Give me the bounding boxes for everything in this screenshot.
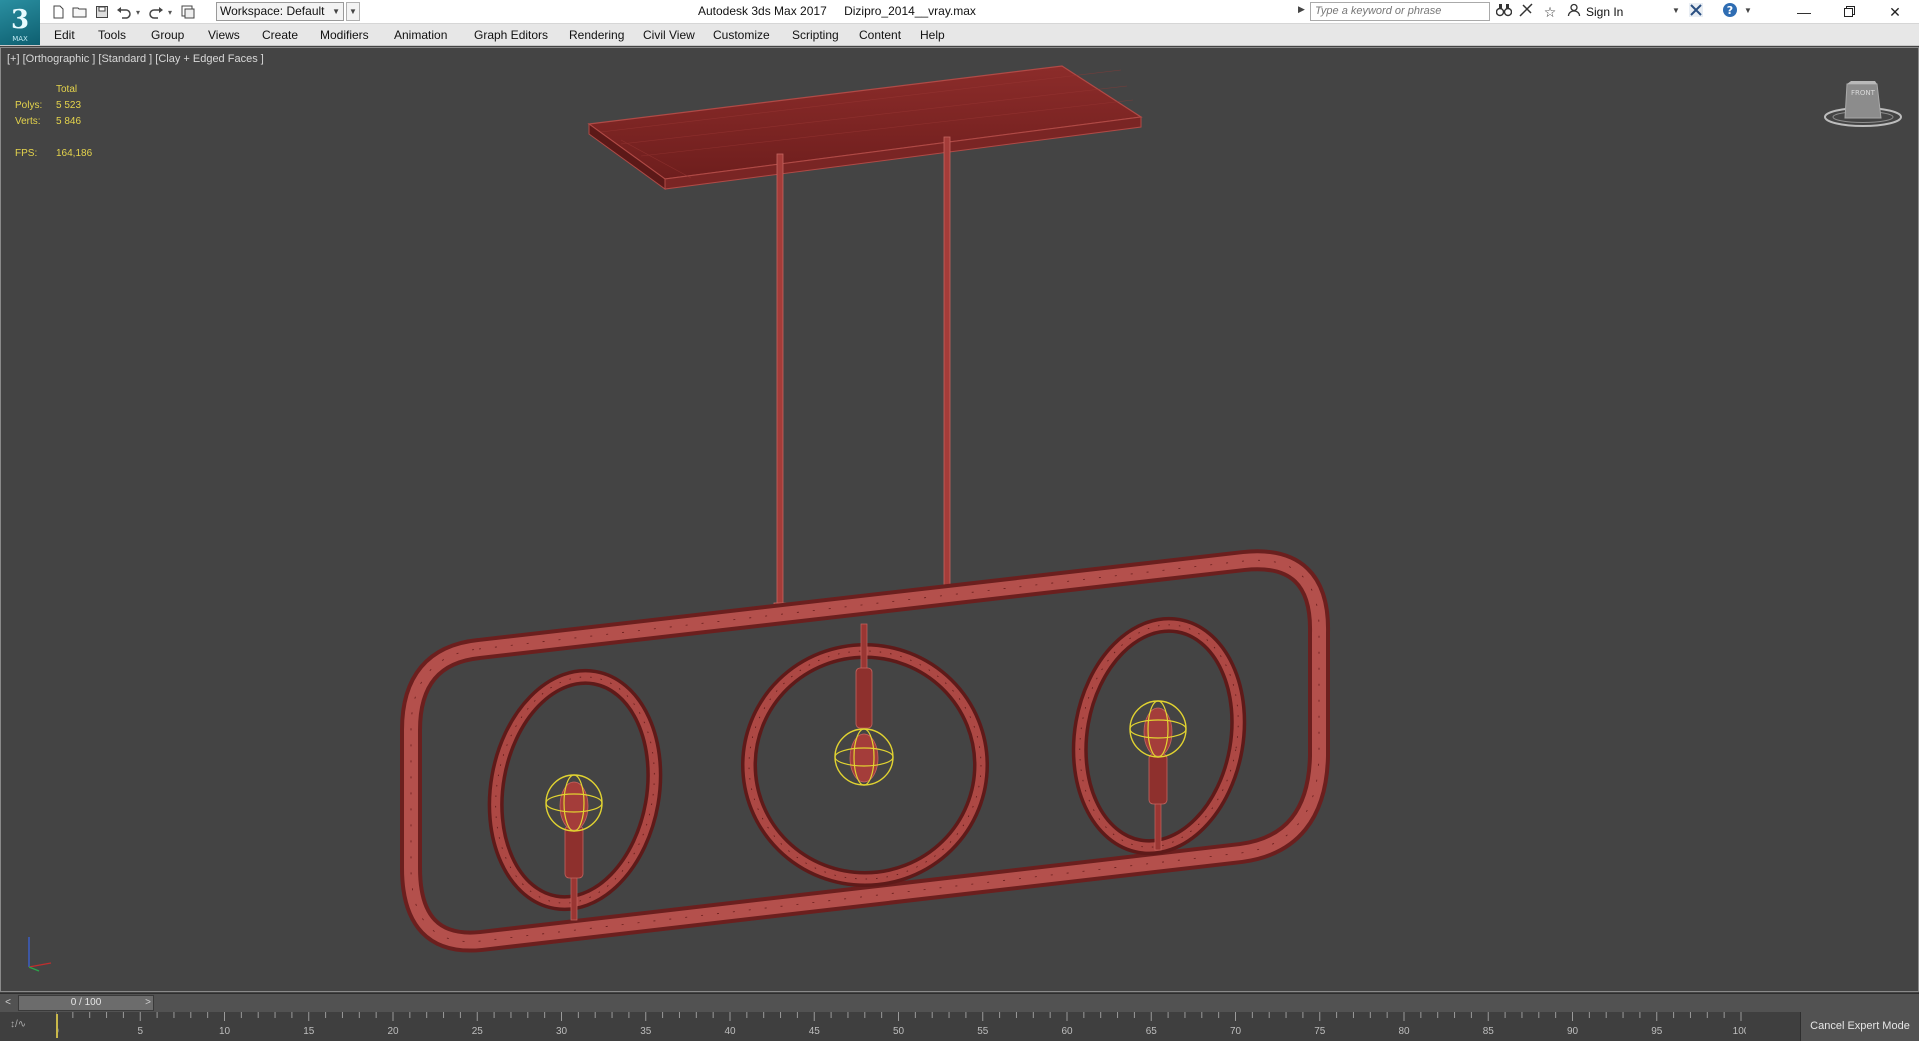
timeline-tick-label: 65 xyxy=(1146,1026,1158,1037)
timeline-tick-label: 15 xyxy=(303,1026,315,1037)
menu-animation[interactable]: Animation xyxy=(394,28,447,42)
sign-in-link[interactable]: Sign In xyxy=(1586,5,1623,19)
redo-icon[interactable] xyxy=(146,2,166,22)
timeline-tick-label: 95 xyxy=(1651,1026,1663,1037)
timeline-tick-label: 25 xyxy=(472,1026,484,1037)
undo-dropdown-icon[interactable]: ▾ xyxy=(136,8,144,17)
menu-graph-editors[interactable]: Graph Editors xyxy=(474,28,548,42)
search-input[interactable]: Type a keyword or phrase xyxy=(1310,2,1490,21)
menu-civil-view[interactable]: Civil View xyxy=(643,28,695,42)
timeline-tick-label: 5 xyxy=(137,1026,143,1037)
verts-value: 5 846 xyxy=(56,116,82,127)
menu-content[interactable]: Content xyxy=(859,28,901,42)
timeline-tick-label: 100 xyxy=(1733,1026,1746,1037)
frame-display: 0 / 100 xyxy=(70,997,102,1008)
viewport-orthographic[interactable]: [+] [Orthographic ] [Standard ] [Clay + … xyxy=(0,47,1919,992)
menu-tools[interactable]: Tools xyxy=(98,28,126,42)
menu-group[interactable]: Group xyxy=(151,28,184,42)
binoculars-icon[interactable] xyxy=(1494,2,1514,22)
app-title: Autodesk 3ds Max 2017 xyxy=(698,4,827,18)
prev-frame-icon[interactable]: < xyxy=(0,994,16,1012)
search-placeholder: Type a keyword or phrase xyxy=(1315,5,1442,17)
search-expand-icon[interactable]: ▶ xyxy=(1298,4,1305,15)
menu-views[interactable]: Views xyxy=(208,28,240,42)
menu-edit[interactable]: Edit xyxy=(54,28,75,42)
favorites-star-icon[interactable]: ☆ xyxy=(1540,2,1560,22)
current-frame-marker[interactable] xyxy=(56,1014,58,1038)
hanging-rods[interactable] xyxy=(773,136,954,610)
help-dropdown-icon[interactable]: ▼ xyxy=(1744,6,1752,15)
workspace-label: Workspace: Default xyxy=(220,4,325,18)
timeline-tick-label: 20 xyxy=(387,1026,399,1037)
fps-value: 164,186 xyxy=(56,148,93,159)
workspace-more-icon[interactable]: ▼ xyxy=(346,2,360,21)
timeline-tick-label: 55 xyxy=(977,1026,989,1037)
polys-value: 5 523 xyxy=(56,100,82,111)
timeline-tick-label: 50 xyxy=(893,1026,905,1037)
menu-bar: Edit Tools Group Views Create Modifiers … xyxy=(0,24,1919,46)
communication-center-icon[interactable] xyxy=(1516,2,1536,22)
ceiling-plate[interactable] xyxy=(587,65,1143,190)
timeline-tick-label: 10 xyxy=(219,1026,231,1037)
timeline-tick-label: 35 xyxy=(640,1026,652,1037)
new-file-icon[interactable] xyxy=(48,2,68,22)
user-icon xyxy=(1564,2,1584,22)
redo-dropdown-icon[interactable]: ▾ xyxy=(168,8,176,17)
timeline-tick-label: 30 xyxy=(556,1026,568,1037)
verts-label: Verts: xyxy=(15,116,41,127)
timeline-tick-label: 75 xyxy=(1314,1026,1326,1037)
app-logo-icon[interactable]: 3 MAX xyxy=(0,0,40,45)
exchange-apps-icon[interactable] xyxy=(1686,2,1706,22)
close-button[interactable]: ✕ xyxy=(1872,0,1918,24)
menu-scripting[interactable]: Scripting xyxy=(792,28,839,42)
chevron-down-icon: ▼ xyxy=(332,7,340,16)
timeline-ruler[interactable]: 0510152025303540455055606570758085909510… xyxy=(56,1012,1746,1041)
time-slider-thumb[interactable]: 0 / 100 xyxy=(18,995,154,1011)
timeline-tick-label: 60 xyxy=(1061,1026,1073,1037)
viewcube-face-label: FRONT xyxy=(1851,89,1876,97)
workspace-dropdown[interactable]: Workspace: Default ▼ xyxy=(216,2,344,21)
axis-tripod-icon xyxy=(28,937,52,972)
save-icon[interactable] xyxy=(92,2,112,22)
fps-label: FPS: xyxy=(15,148,38,159)
app-logo-text: 3 xyxy=(10,5,30,35)
file-name: Dizipro_2014__vray.max xyxy=(844,4,976,18)
project-folder-icon[interactable] xyxy=(178,2,198,22)
sign-in-dropdown-icon[interactable]: ▼ xyxy=(1672,6,1680,15)
menu-help[interactable]: Help xyxy=(920,28,945,42)
svg-text:?: ? xyxy=(1727,4,1733,17)
curve-editor-icon[interactable]: ↕/∿ xyxy=(10,1019,26,1030)
app-logo-sub: MAX xyxy=(12,35,28,43)
timeline-tick-label: 90 xyxy=(1567,1026,1579,1037)
right-bulb-holder[interactable] xyxy=(1129,700,1187,851)
cancel-expert-mode-button[interactable]: Cancel Expert Mode xyxy=(1800,1012,1919,1041)
timeline-tick-label: 85 xyxy=(1483,1026,1495,1037)
window-title: Autodesk 3ds Max 2017 Dizipro_2014__vray… xyxy=(698,4,976,18)
menu-create[interactable]: Create xyxy=(262,28,298,42)
quick-access-toolbar: ▾ ▾ xyxy=(48,2,198,22)
help-icon[interactable]: ? xyxy=(1720,2,1740,22)
open-file-icon[interactable] xyxy=(70,2,90,22)
menu-customize[interactable]: Customize xyxy=(713,28,770,42)
undo-icon[interactable] xyxy=(114,2,134,22)
menu-modifiers[interactable]: Modifiers xyxy=(320,28,369,42)
timeline-tick-label: 70 xyxy=(1230,1026,1242,1037)
restore-button[interactable] xyxy=(1826,0,1872,24)
timeline-tick-label: 45 xyxy=(809,1026,821,1037)
scene-chandelier-model[interactable] xyxy=(1,48,1918,991)
viewport-label[interactable]: [+] [Orthographic ] [Standard ] [Clay + … xyxy=(7,53,264,65)
timeline-tick-label: 80 xyxy=(1398,1026,1410,1037)
minimize-button[interactable]: — xyxy=(1781,0,1827,24)
time-slider[interactable]: < 0 / 100 > xyxy=(0,993,1919,1012)
menu-rendering[interactable]: Rendering xyxy=(569,28,624,42)
polys-label: Polys: xyxy=(15,100,43,111)
timeline-tick-label: 40 xyxy=(724,1026,736,1037)
next-frame-icon[interactable]: > xyxy=(140,994,156,1012)
stats-header: Total xyxy=(56,84,78,95)
track-bar[interactable]: ↕/∿ 051015202530354045505560657075808590… xyxy=(0,1012,1919,1041)
title-bar: 3 MAX ▾ ▾ Workspace: Default ▼ ▼ Autodes… xyxy=(0,0,1919,45)
viewcube-icon[interactable]: FRONT xyxy=(1821,78,1905,128)
